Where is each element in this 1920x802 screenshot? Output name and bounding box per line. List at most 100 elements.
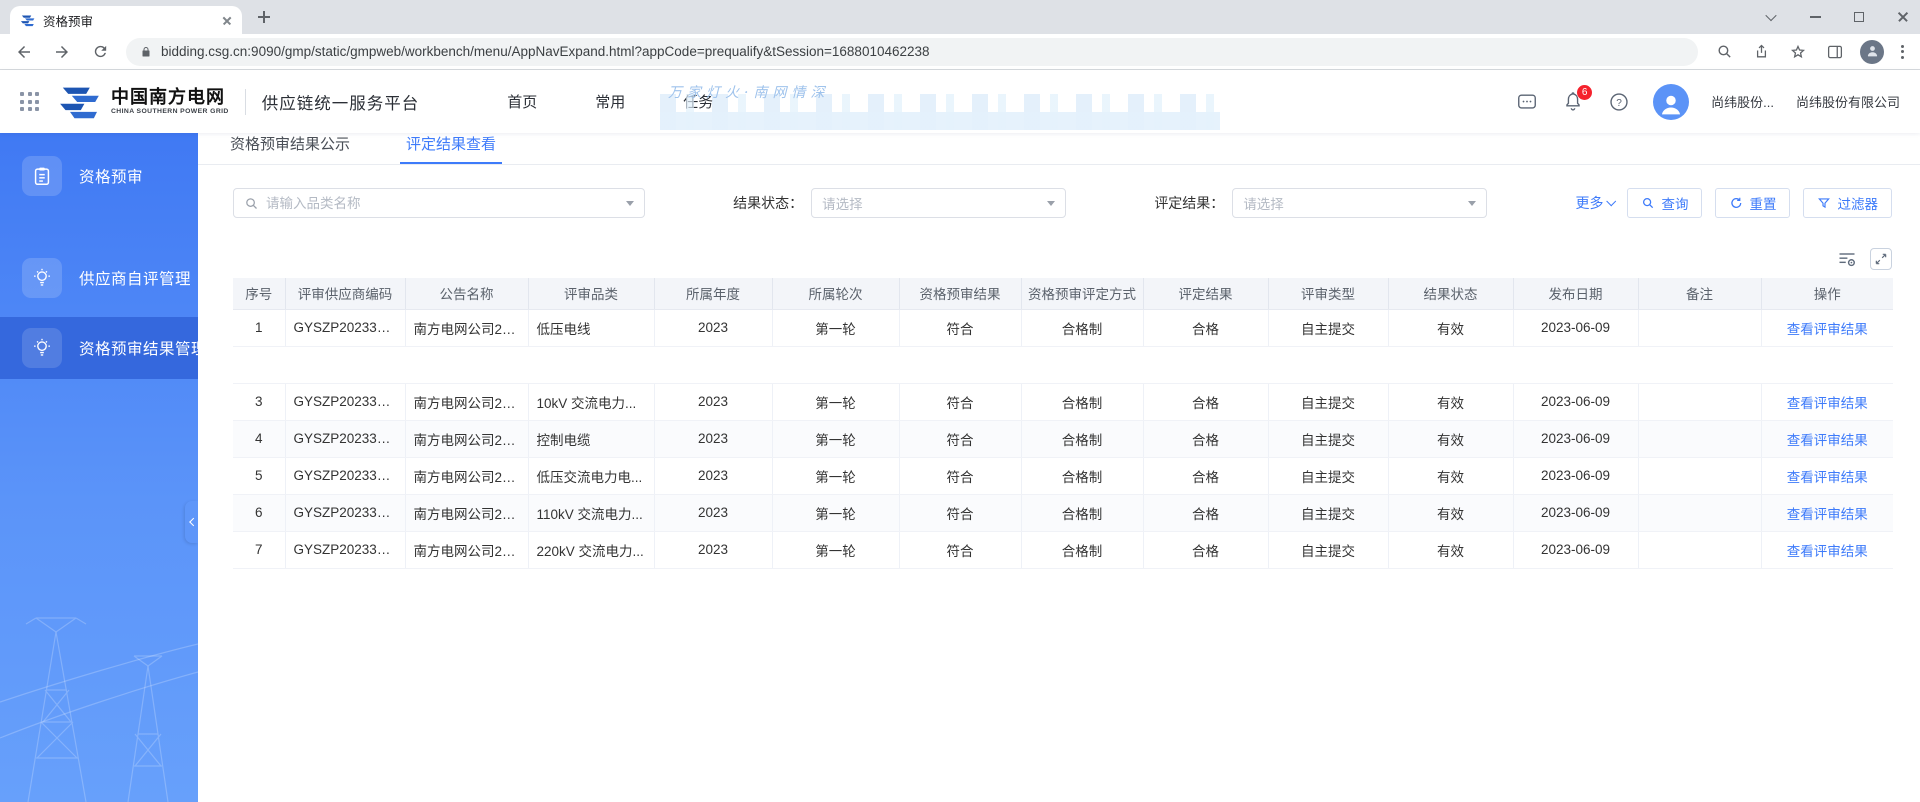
url-omnibox[interactable]: bidding.csg.cn:9090/gmp/static/gmpweb/wo…: [126, 37, 1698, 66]
cell-公告名称: 南方电网公司20...: [405, 457, 529, 495]
window-minimize-button[interactable]: [1808, 10, 1822, 24]
svg-text:?: ?: [1616, 97, 1622, 108]
window-maximize-button[interactable]: [1852, 10, 1866, 24]
help-icon[interactable]: ?: [1607, 90, 1631, 114]
share-icon[interactable]: [1749, 40, 1773, 64]
browser-profile-avatar[interactable]: [1860, 39, 1884, 64]
cell-所属年度: 2023: [654, 531, 773, 569]
cell-资格预审结果: 符合: [899, 383, 1022, 421]
view-result-link[interactable]: 查看评审结果: [1787, 322, 1868, 337]
tab-search-chevron-icon[interactable]: [1764, 9, 1778, 24]
view-result-link[interactable]: 查看评审结果: [1787, 470, 1868, 485]
cell-资格预审评定方式: 合格制: [1021, 309, 1144, 347]
new-tab-button[interactable]: [250, 3, 278, 31]
cell-结果状态: 有效: [1388, 420, 1514, 458]
cell-序号: 6: [233, 494, 286, 532]
bulb-icon: [22, 328, 62, 368]
chevron-down-icon: [1606, 195, 1617, 206]
cell-发布日期: 2023-06-09: [1513, 531, 1639, 569]
cell-资格预审评定方式: 合格制: [1021, 383, 1144, 421]
browser-tab-title: 资格预审: [43, 14, 94, 29]
view-result-link[interactable]: 查看评审结果: [1787, 396, 1868, 411]
filter-button[interactable]: 过滤器: [1803, 188, 1892, 218]
browser-addressbar: bidding.csg.cn:9090/gmp/static/gmpweb/wo…: [0, 34, 1920, 70]
view-result-link[interactable]: 查看评审结果: [1787, 544, 1868, 559]
reload-icon[interactable]: [88, 40, 112, 64]
cell-序号: 3: [233, 383, 286, 421]
forward-icon[interactable]: [50, 40, 74, 64]
browser-menu-icon[interactable]: [1897, 44, 1908, 59]
cell-资格预审结果: 符合: [899, 457, 1022, 495]
nav-item-1[interactable]: 首页: [507, 91, 537, 112]
cell-序号: 1: [233, 309, 286, 347]
notification-bell-icon[interactable]: 6: [1561, 84, 1593, 114]
cell-资格预审结果: 符合: [899, 494, 1022, 532]
column-settings-icon[interactable]: [1836, 248, 1858, 270]
side-panel-icon[interactable]: [1823, 40, 1847, 64]
result-status-group: 结果状态： 请选择: [733, 188, 1067, 218]
cell-评定结果: 合格: [1143, 457, 1269, 495]
category-search-combobox[interactable]: [233, 188, 645, 218]
header-slogan: 万家灯火·南网情深: [668, 85, 830, 101]
user-name-short[interactable]: 尚纬股份...: [1711, 92, 1774, 111]
cell-评审品类: 控制电缆: [528, 420, 655, 458]
column-header-4: 评审品类: [528, 278, 655, 310]
cell-备注: [1638, 383, 1762, 421]
cell-评审类型: 自主提交: [1268, 494, 1389, 532]
window-close-button[interactable]: [1896, 10, 1910, 24]
view-result-link[interactable]: 查看评审结果: [1787, 507, 1868, 522]
nav-item-2[interactable]: 常用: [595, 91, 625, 112]
query-button[interactable]: 查询: [1627, 188, 1703, 218]
browser-tabstrip: 资格预审: [0, 0, 1920, 34]
brand-name-cn: 中国南方电网: [111, 86, 225, 107]
cell-资格预审评定方式: 合格制: [1021, 494, 1144, 532]
fullscreen-icon[interactable]: [1870, 248, 1892, 270]
cell-发布日期: 2023-06-09: [1513, 420, 1639, 458]
cell-公告名称: 南方电网公司20...: [405, 531, 529, 569]
cell-评审品类: 10kV 交流电力...: [528, 383, 655, 421]
plus-icon: [258, 11, 270, 23]
page-tabs: 资格预审结果公示 评定结果查看: [198, 133, 1920, 165]
user-avatar[interactable]: [1653, 83, 1690, 120]
table-row: 4 GYSZP20233535 南方电网公司20... 控制电缆 2023 第一轮 符合 合格…: [233, 420, 1893, 458]
sidebar-item-2[interactable]: 供应商自评管理: [0, 249, 198, 307]
table-row: 6 GYSZP20233534 南方电网公司20... 110kV 交流电力... 20…: [233, 494, 1893, 532]
sidebar-item-label: 资格预审结果管理: [79, 341, 198, 358]
tab-close-icon[interactable]: [222, 15, 232, 25]
cell-评定结果: 合格: [1143, 420, 1269, 458]
column-header-2: 评审供应商编码: [285, 278, 406, 310]
cell-序号: 4: [233, 420, 286, 458]
column-header-10: 评审类型: [1268, 278, 1389, 310]
results-table: 序号 评审供应商编码 公告名称 评审品类 所属年度 所属轮次 资格预审结果 资格预审评定方式评…: [233, 278, 1893, 569]
app-launcher-icon[interactable]: [20, 92, 39, 111]
sidebar-collapse-handle[interactable]: [185, 501, 198, 543]
view-result-link[interactable]: 查看评审结果: [1787, 433, 1868, 448]
cell-序号: 5: [233, 457, 286, 495]
page-tab-2[interactable]: 评定结果查看: [400, 133, 503, 164]
sidebar-item-3[interactable]: 资格预审结果管理: [0, 317, 198, 379]
table-row: 7 GYSZP20233537 南方电网公司20... 220kV 交流电力... 20…: [233, 531, 1893, 569]
zoom-icon[interactable]: [1712, 40, 1736, 64]
browser-tab[interactable]: 资格预审: [10, 6, 242, 34]
table-row: 1 GYSZP20233539 南方电网公司20... 低压电线 2023 第一轮 符合 合格…: [233, 309, 1893, 347]
cell-评审品类: 低压电线: [528, 309, 655, 347]
more-filters-link[interactable]: 更多: [1575, 193, 1617, 213]
cell-操作: 查看评审结果: [1761, 383, 1893, 421]
brand-name-en: CHINA SOUTHERN POWER GRID: [111, 107, 229, 115]
column-header-9: 评定结果: [1143, 278, 1269, 310]
search-icon: [1643, 197, 1654, 209]
page-tab-1[interactable]: 资格预审结果公示: [230, 133, 350, 164]
message-icon[interactable]: [1515, 90, 1539, 114]
category-search-input[interactable]: [266, 195, 619, 211]
result-status-select[interactable]: 请选择: [811, 188, 1067, 218]
cell-结果状态: 有效: [1388, 494, 1514, 532]
reset-button[interactable]: 重置: [1715, 188, 1791, 218]
bulb-icon: [22, 258, 62, 298]
cell-公告名称: 南方电网公司20...: [405, 420, 529, 458]
back-icon[interactable]: [12, 40, 36, 64]
bookmark-star-icon[interactable]: [1786, 40, 1810, 64]
sidebar-item-1[interactable]: 资格预审: [0, 147, 198, 205]
chevron-down-icon: [626, 200, 634, 206]
evaluation-result-select[interactable]: 请选择: [1232, 188, 1488, 218]
filter-row: 结果状态： 请选择 评定结果： 请选择 更多: [233, 188, 1892, 218]
